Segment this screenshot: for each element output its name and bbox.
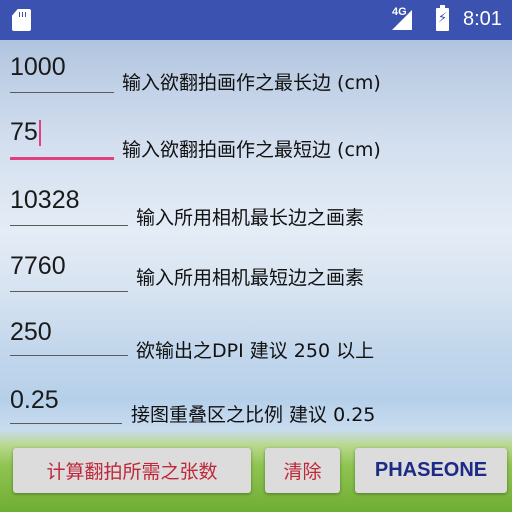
dpi-input[interactable]: 250 <box>10 318 128 356</box>
longest-side-label: 输入欲翻拍画作之最长边 (cm) <box>122 72 381 94</box>
camera-short-pixels-label: 输入所用相机最短边之画素 <box>136 267 365 289</box>
network-type-label: 4G <box>392 6 407 18</box>
calculate-button[interactable]: 计算翻拍所需之张数 <box>13 448 251 493</box>
text-cursor <box>38 120 41 146</box>
overlap-ratio-input[interactable]: 0.25 <box>10 386 122 424</box>
clock: 8:01 <box>463 8 502 30</box>
camera-long-pixels-input[interactable]: 10328 <box>10 186 128 226</box>
longest-side-value: 1000 <box>10 53 66 81</box>
battery-icon: ⚡ <box>436 5 449 31</box>
longest-side-input[interactable]: 1000 <box>10 53 114 93</box>
clear-button[interactable]: 清除 <box>265 448 340 493</box>
camera-long-pixels-value: 10328 <box>10 186 80 214</box>
phaseone-button[interactable]: PHASEONE <box>355 448 507 493</box>
camera-short-pixels-input[interactable]: 7760 <box>10 252 128 292</box>
shortest-side-label: 输入欲翻拍画作之最短边 (cm) <box>122 139 381 161</box>
overlap-ratio-label: 接图重叠区之比例 建议 0.25 <box>131 404 376 426</box>
sd-card-icon <box>12 9 31 31</box>
overlap-ratio-value: 0.25 <box>10 386 59 414</box>
status-bar: 4G ⚡ 8:01 <box>0 0 512 40</box>
shortest-side-input[interactable]: 75 <box>10 118 114 160</box>
shortest-side-value: 75 <box>10 118 38 146</box>
dpi-label: 欲输出之DPI 建议 250 以上 <box>136 340 375 362</box>
dpi-value: 250 <box>10 318 52 346</box>
camera-short-pixels-value: 7760 <box>10 252 66 280</box>
camera-long-pixels-label: 输入所用相机最长边之画素 <box>136 207 365 229</box>
